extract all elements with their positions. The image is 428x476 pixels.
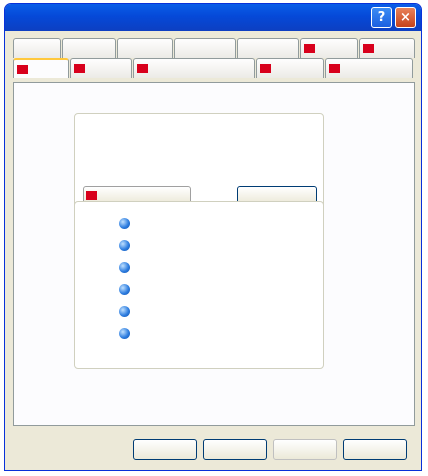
blue-orb-icon <box>119 217 130 229</box>
tab-strip <box>13 38 415 82</box>
ati-logo-icon <box>329 64 340 73</box>
feature-item[interactable] <box>119 238 319 252</box>
tab-back-1[interactable] <box>13 38 61 58</box>
tab-back-2[interactable] <box>62 38 116 58</box>
blue-orb-icon <box>119 239 130 251</box>
info-row <box>83 160 319 172</box>
ati-logo-icon <box>74 64 85 73</box>
tab-back-7[interactable] <box>359 38 415 58</box>
tab-panel <box>13 82 415 426</box>
ati-logo-icon <box>363 44 374 53</box>
feature-item[interactable] <box>119 326 319 340</box>
info-row <box>83 172 319 184</box>
info-row <box>83 148 319 160</box>
features-group <box>74 201 324 369</box>
blue-orb-icon <box>119 305 130 317</box>
tab-back-4[interactable] <box>174 38 236 58</box>
tab-row-front <box>13 58 414 78</box>
properties-window: ? × <box>4 3 422 471</box>
title-bar[interactable]: ? × <box>5 4 421 31</box>
tab-front-2[interactable] <box>70 58 132 78</box>
blue-orb-icon <box>119 261 130 273</box>
tab-front-3[interactable] <box>133 58 255 78</box>
tab-front-5[interactable] <box>325 58 413 78</box>
ati-logo-icon <box>260 64 271 73</box>
feature-item[interactable] <box>119 260 319 274</box>
tab-row-back <box>13 38 416 58</box>
blue-orb-icon <box>119 327 130 339</box>
ati-logo-icon <box>304 44 315 53</box>
ati-logo-icon <box>17 64 28 74</box>
tab-back-6[interactable] <box>300 38 358 58</box>
feature-item[interactable] <box>119 216 319 230</box>
info-row <box>83 136 319 148</box>
apply-button[interactable] <box>273 439 337 460</box>
ok-button[interactable] <box>133 439 197 460</box>
feature-item[interactable] <box>119 282 319 296</box>
ati-logo-icon <box>137 64 148 73</box>
tab-back-5[interactable] <box>237 38 299 58</box>
ati-logo-icon <box>86 190 97 200</box>
tab-back-3[interactable] <box>117 38 173 58</box>
tab-front-1[interactable] <box>13 58 69 78</box>
help-button[interactable] <box>343 439 407 460</box>
cancel-button[interactable] <box>203 439 267 460</box>
close-button[interactable]: × <box>395 7 416 28</box>
feature-item[interactable] <box>119 304 319 318</box>
blue-orb-icon <box>119 283 130 295</box>
tab-front-4[interactable] <box>256 58 324 78</box>
help-title-button[interactable]: ? <box>371 7 392 28</box>
